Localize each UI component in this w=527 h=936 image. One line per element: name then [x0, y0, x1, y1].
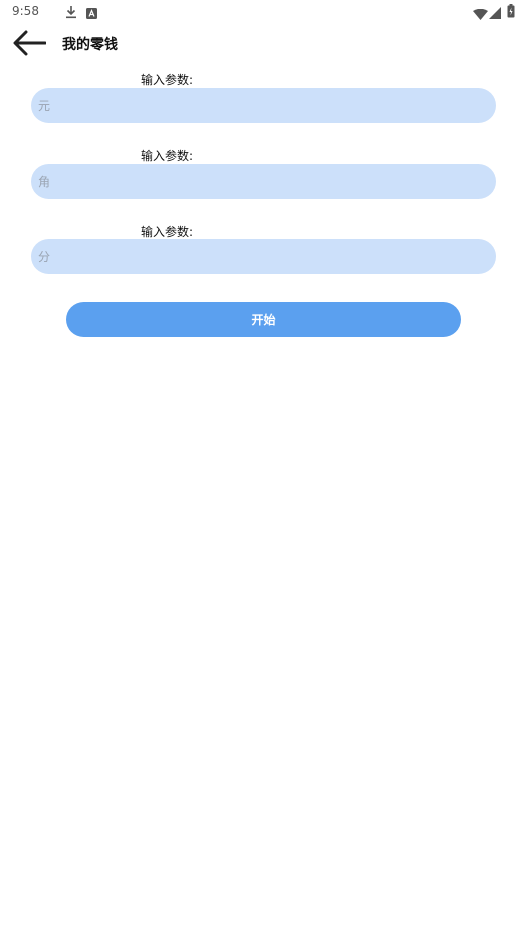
- cell-signal-icon: [489, 4, 501, 23]
- page-title: 我的零钱: [62, 37, 118, 53]
- wifi-icon: [473, 5, 488, 24]
- yuan-field-label: 输入参数:: [141, 73, 194, 87]
- start-button[interactable]: 开始: [66, 302, 461, 337]
- fen-input[interactable]: [31, 239, 496, 274]
- app-bar: 我的零钱: [0, 24, 527, 64]
- a-notification-icon: [86, 4, 97, 23]
- fen-field-label: 输入参数:: [141, 225, 194, 239]
- status-time: 9:58: [12, 4, 39, 18]
- yuan-input[interactable]: [31, 88, 496, 123]
- jiao-input[interactable]: [31, 164, 496, 199]
- back-button[interactable]: [10, 28, 48, 58]
- battery-icon: [507, 3, 515, 22]
- jiao-field-label: 输入参数:: [141, 149, 194, 163]
- download-icon: [65, 4, 77, 23]
- status-bar: 9:58: [0, 0, 527, 24]
- arrow-left-icon: [13, 30, 46, 56]
